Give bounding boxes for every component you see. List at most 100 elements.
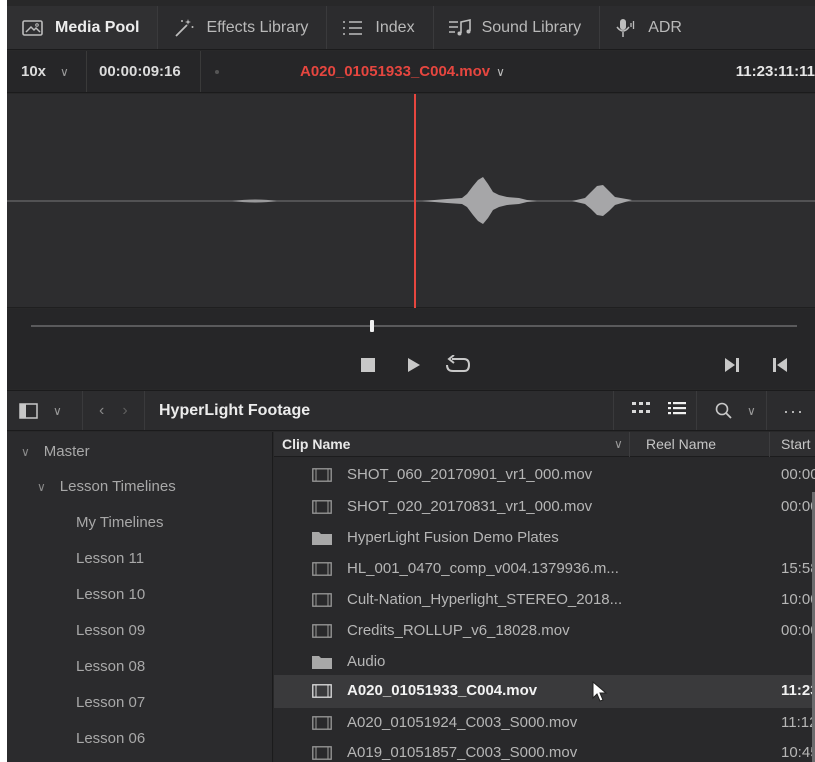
viewer-header: 10x ∨ 00:00:09:16 A020_01051933_C004.mov…: [7, 51, 815, 93]
clip-name: A020_01051933_C004.mov: [347, 682, 538, 699]
play-button[interactable]: [403, 354, 425, 376]
thumbnail-view-icon[interactable]: [632, 401, 652, 420]
video-clip-icon: [312, 500, 332, 514]
bin-label: Lesson 08: [76, 658, 146, 675]
more-options-icon[interactable]: ···: [783, 401, 804, 422]
waveform-segment: [232, 199, 277, 203]
jump-to-end-button[interactable]: [721, 354, 743, 376]
sidebar-toggle-button[interactable]: ∨: [7, 391, 83, 430]
clip-name: A020_01051924_C003_S000.mov: [347, 714, 578, 731]
clip-start: 11:12: [781, 714, 815, 731]
jump-to-start-button[interactable]: [769, 354, 791, 376]
effects-wand-icon: [172, 18, 196, 38]
list-icon: [341, 18, 365, 38]
clip-name: Cult-Nation_Hyperlight_STEREO_2018...: [347, 591, 623, 608]
tab-adr[interactable]: ADR: [600, 6, 700, 49]
clip-start: 10:00: [781, 591, 815, 608]
scrubber-track[interactable]: [31, 325, 797, 327]
clip-name: A019_01051857_C003_S000.mov: [347, 744, 578, 761]
stop-button[interactable]: [357, 354, 379, 376]
waveform-segment: [422, 177, 537, 224]
bin-list-sidebar: ∨ Master ∨ Lesson Timelines My Timelines L…: [7, 432, 273, 762]
tab-label: Index: [375, 18, 415, 36]
panel-tab-bar: Media Pool Effects Library Index Sound L…: [7, 6, 815, 50]
bin-label: Lesson Timelines: [59, 478, 176, 495]
bin-label: Lesson 06: [76, 730, 146, 747]
search-button[interactable]: ∨: [697, 391, 767, 430]
bin-lesson-09[interactable]: Lesson 09: [76, 622, 145, 639]
column-header-reel-name[interactable]: Reel Name: [646, 436, 716, 452]
record-timecode: 11:23:11:11: [735, 63, 815, 80]
tab-index[interactable]: Index: [327, 6, 434, 49]
clip-name-dropdown[interactable]: A020_01051933_C004.mov ∨: [300, 63, 505, 80]
music-note-icon: [448, 18, 472, 38]
list-item[interactable]: Credits_ROLLUP_v6_18028.mov 00:00: [274, 616, 815, 646]
scrubber-handle[interactable]: [370, 320, 374, 332]
fairlight-media-panel: Media Pool Effects Library Index Sound L…: [7, 0, 815, 762]
status-dot: [215, 69, 219, 74]
list-item[interactable]: SHOT_020_20170831_vr1_000.mov 00:00: [274, 492, 815, 522]
zoom-value: 10x: [21, 63, 47, 80]
folder-name: HyperLight Fusion Demo Plates: [347, 529, 559, 546]
bin-lesson-11[interactable]: Lesson 11: [76, 550, 144, 567]
chevron-down-icon: ∨: [496, 65, 505, 79]
bin-lesson-timelines[interactable]: ∨ Lesson Timelines: [37, 478, 176, 495]
bin-label: Lesson 07: [76, 694, 146, 711]
clip-name: A020_01051933_C004.mov: [300, 63, 491, 80]
bin-lesson-06[interactable]: Lesson 06: [76, 730, 145, 747]
source-timecode: 00:00:09:16: [87, 51, 201, 92]
chevron-down-icon: ∨: [60, 64, 69, 79]
list-item[interactable]: HL_001_0470_comp_v004.1379936.m... 15:58: [274, 554, 815, 584]
list-item[interactable]: Audio: [274, 647, 815, 677]
list-item[interactable]: Cult-Nation_Hyperlight_STEREO_2018... 10…: [274, 585, 815, 615]
search-icon: [715, 402, 732, 419]
clip-start: 00:00: [781, 466, 815, 483]
bin-lesson-08[interactable]: Lesson 08: [76, 658, 145, 675]
transport-controls: [7, 309, 815, 389]
waveform-segment: [572, 185, 632, 216]
bin-lesson-07[interactable]: Lesson 07: [76, 694, 145, 711]
video-clip-icon: [312, 468, 332, 482]
folder-icon: [312, 531, 332, 545]
tab-media-pool[interactable]: Media Pool: [7, 6, 159, 49]
bin-label: Lesson 09: [76, 622, 146, 639]
zoom-dropdown[interactable]: 10x ∨: [7, 51, 87, 92]
list-item[interactable]: A019_01051857_C003_S000.mov 10:45: [274, 738, 815, 762]
list-item[interactable]: HyperLight Fusion Demo Plates: [274, 523, 815, 553]
audio-waveform-viewer[interactable]: [7, 94, 815, 308]
bin-my-timelines[interactable]: My Timelines: [76, 514, 164, 531]
list-header: Clip Name ∨ Reel Name Start: [274, 432, 815, 457]
folder-name: Audio: [347, 653, 386, 670]
video-clip-icon: [312, 624, 332, 638]
column-header-start[interactable]: Start: [781, 436, 811, 452]
tab-sound-library[interactable]: Sound Library: [434, 6, 601, 49]
bin-master[interactable]: ∨ Master: [21, 443, 90, 460]
bin-label: Lesson 10: [76, 586, 146, 603]
forward-arrow-icon[interactable]: ›: [122, 402, 127, 420]
list-item[interactable]: A020_01051924_C003_S000.mov 11:12: [274, 708, 815, 738]
list-item[interactable]: SHOT_060_20170901_vr1_000.mov 00:00: [274, 460, 815, 490]
loop-button[interactable]: [443, 354, 473, 376]
video-clip-icon: [312, 716, 332, 730]
list-view-icon[interactable]: [668, 401, 686, 420]
clip-start: 11:23: [781, 682, 815, 699]
back-arrow-icon[interactable]: ‹: [99, 402, 104, 420]
chevron-down-icon: ∨: [747, 403, 756, 418]
bin-lesson-10[interactable]: Lesson 10: [76, 586, 145, 603]
media-pool-toolbar: ∨ ‹ › HyperLight Footage ∨ ···: [7, 390, 815, 431]
chevron-down-icon: ∨: [37, 480, 46, 494]
sidebar-panel-icon: [19, 402, 38, 419]
chevron-down-icon[interactable]: ∨: [614, 437, 623, 451]
column-header-clip-name[interactable]: Clip Name: [282, 436, 350, 452]
clip-list: Clip Name ∨ Reel Name Start SHOT_060_201…: [274, 432, 815, 762]
list-item-selected[interactable]: A020_01051933_C004.mov 11:23: [274, 675, 815, 708]
tab-effects-library[interactable]: Effects Library: [158, 6, 328, 49]
chevron-down-icon: ∨: [53, 403, 62, 418]
video-clip-icon: [312, 593, 332, 607]
tab-label: ADR: [648, 18, 682, 36]
bin-label: Lesson 11: [76, 550, 145, 567]
microphone-icon: [614, 18, 638, 38]
clip-start: 00:00: [781, 622, 815, 639]
clip-start: 15:58: [781, 560, 815, 577]
video-clip-icon: [312, 684, 332, 698]
